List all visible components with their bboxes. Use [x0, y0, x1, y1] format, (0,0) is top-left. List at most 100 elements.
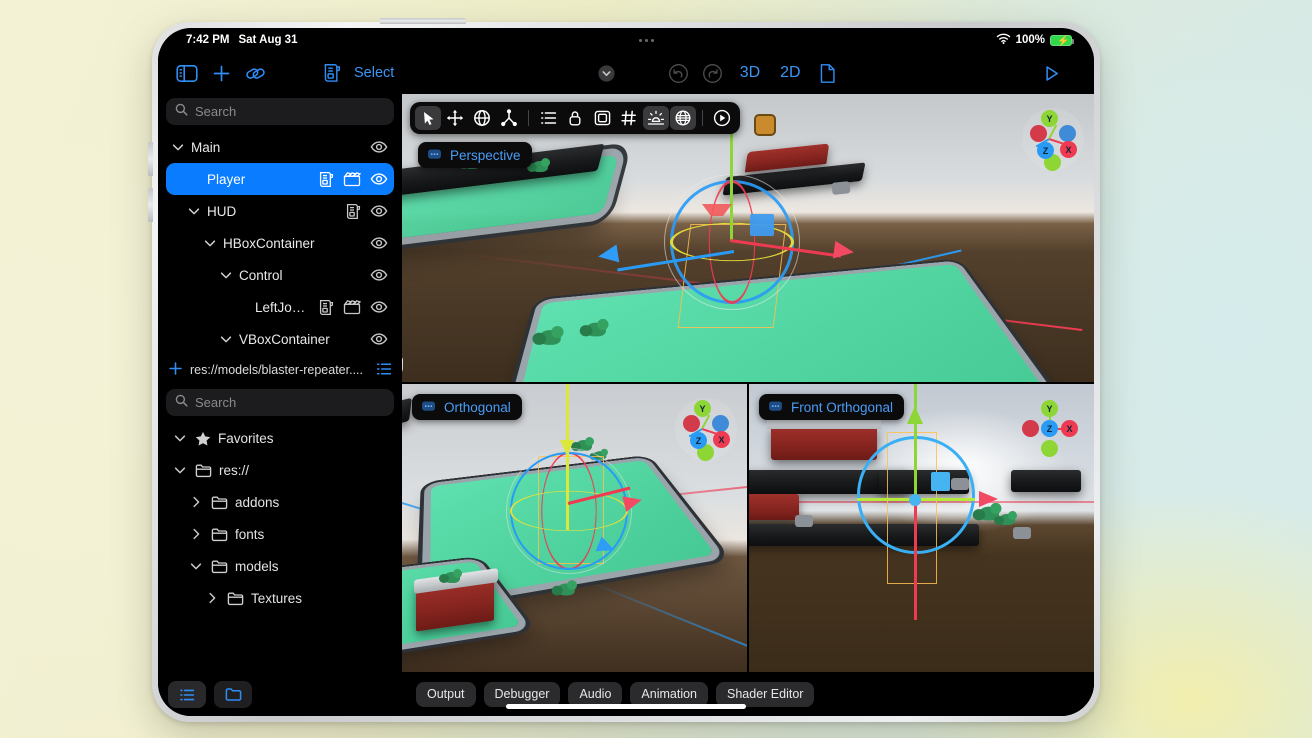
lighting-icon[interactable] [643, 106, 669, 130]
dock-tab-debugger[interactable]: Debugger [483, 681, 561, 707]
chevron-down-icon[interactable] [172, 466, 188, 475]
gizmo-arrow-y[interactable] [560, 440, 574, 456]
dock-tab-shader-editor[interactable]: Shader Editor [716, 681, 815, 707]
nav-gizmo-handle-y[interactable]: Y [1041, 400, 1058, 417]
nav-gizmo-handle-x[interactable]: X [713, 431, 730, 448]
preview-play-icon[interactable] [709, 106, 735, 130]
nav-gizmo-handle[interactable] [1041, 440, 1058, 457]
eye-icon[interactable] [370, 268, 388, 282]
globe-world-icon[interactable] [670, 106, 696, 130]
rotate-icon[interactable] [469, 106, 495, 130]
file-search-field[interactable]: Search [166, 389, 394, 416]
chevron-right-icon[interactable] [188, 496, 204, 508]
multitasking-dots-icon[interactable] [639, 38, 655, 42]
chevron-down-icon[interactable] [188, 562, 204, 571]
scene-tree-item-vboxcontainer[interactable]: VBoxContainer [166, 323, 394, 355]
dock-tab-animation[interactable]: Animation [630, 681, 709, 707]
eye-icon[interactable] [370, 204, 388, 218]
dock-tab-output[interactable]: Output [416, 681, 476, 707]
grid-snap-icon[interactable] [616, 106, 642, 130]
scene-search-field[interactable]: Search [166, 98, 394, 125]
plus-icon[interactable] [204, 57, 238, 89]
undo-icon[interactable] [662, 57, 696, 89]
script-icon[interactable] [345, 203, 361, 220]
nav-gizmo-handle[interactable] [1059, 125, 1076, 142]
scene-tree-item-hboxcontainer[interactable]: HBoxContainer [166, 227, 394, 259]
volume-up-button[interactable] [148, 142, 153, 176]
scene-path-bar[interactable]: res://models/blaster-repeater.... [166, 355, 394, 385]
chevron-right-icon[interactable] [188, 528, 204, 540]
file-item-res[interactable]: res:// [166, 454, 394, 486]
nav-gizmo-handle[interactable] [1030, 125, 1047, 142]
eye-icon[interactable] [370, 300, 388, 314]
nav-gizmo-handle-z[interactable]: Z [690, 432, 707, 449]
scene-tree-item-leftjoypad[interactable]: LeftJoypad [166, 291, 394, 323]
gizmo-arrow-x[interactable] [979, 491, 998, 507]
chevron-down-icon[interactable] [202, 239, 218, 248]
select-arrow-icon[interactable] [415, 106, 441, 130]
gizmo-arrow-z[interactable] [596, 244, 620, 266]
gizmo-axis-y[interactable] [566, 384, 569, 530]
power-button[interactable] [380, 18, 466, 24]
plus-icon[interactable] [168, 361, 183, 379]
script-icon[interactable] [314, 57, 348, 89]
view-2d-button[interactable]: 2D [770, 64, 810, 82]
viewport-label-perspective[interactable]: Perspective [418, 142, 532, 168]
gizmo-axis-y[interactable] [914, 384, 917, 500]
file-item-models[interactable]: models [166, 550, 394, 582]
nav-gizmo-orthogonal[interactable]: YXZ [675, 398, 737, 461]
file-item-addons[interactable]: addons [166, 486, 394, 518]
home-indicator[interactable] [506, 704, 746, 709]
file-item-favorites[interactable]: Favorites [166, 422, 394, 454]
snap-object-icon[interactable] [589, 106, 615, 130]
redo-icon[interactable] [696, 57, 730, 89]
eye-icon[interactable] [370, 172, 388, 186]
viewport-front-orthogonal[interactable]: Front Orthogonal YZX [749, 384, 1094, 672]
gizmo-arrow-y[interactable] [907, 406, 923, 424]
script-icon[interactable] [318, 171, 334, 188]
animation-icon[interactable] [343, 299, 361, 315]
file-item-fonts[interactable]: fonts [166, 518, 394, 550]
scene-tree-item-hud[interactable]: HUD [166, 195, 394, 227]
eye-icon[interactable] [370, 332, 388, 346]
scene-tree-item-control[interactable]: Control [166, 259, 394, 291]
eye-icon[interactable] [370, 236, 388, 250]
lock-icon[interactable] [562, 106, 588, 130]
link-icon[interactable] [238, 57, 272, 89]
chevron-down-circle-icon[interactable] [590, 57, 624, 89]
chevron-down-icon[interactable] [218, 271, 234, 280]
script-icon[interactable] [318, 299, 334, 316]
gizmo-arrow-x[interactable] [832, 240, 856, 262]
chevron-down-icon[interactable] [170, 143, 186, 152]
list-icon[interactable] [535, 106, 561, 130]
nav-gizmo-handle-y[interactable]: Y [1041, 110, 1058, 127]
document-icon[interactable] [811, 57, 845, 89]
scene-tree-item-player[interactable]: Player [166, 163, 394, 195]
chevron-down-icon[interactable] [186, 207, 202, 216]
move-icon[interactable] [442, 106, 468, 130]
nav-gizmo-handle[interactable] [712, 415, 729, 432]
volume-down-button[interactable] [148, 188, 153, 222]
viewport-perspective[interactable]: Perspective YXZ [402, 94, 1094, 382]
nav-gizmo-handle-x[interactable]: X [1061, 420, 1078, 437]
chevron-down-icon[interactable] [218, 335, 234, 344]
nav-gizmo-perspective[interactable]: YXZ [1022, 108, 1084, 171]
list-view-icon[interactable] [168, 681, 206, 708]
play-icon[interactable] [1034, 57, 1068, 89]
viewport-orthogonal[interactable]: Orthogonal YXZ [402, 384, 747, 672]
viewport-label-front-orthogonal[interactable]: Front Orthogonal [759, 394, 905, 420]
scale-icon[interactable] [496, 106, 522, 130]
animation-icon[interactable] [343, 171, 361, 187]
view-3d-button[interactable]: 3D [730, 64, 770, 82]
folder-view-icon[interactable] [214, 681, 252, 708]
gizmo-plane-handle[interactable] [931, 472, 950, 491]
nav-gizmo-handle[interactable] [1022, 420, 1039, 437]
select-button[interactable]: Select [348, 65, 400, 81]
file-system-tree[interactable]: Favorites res:// addons fonts models Textures [166, 422, 394, 675]
nav-gizmo-front[interactable]: YZX [1022, 398, 1084, 460]
file-item-textures[interactable]: Textures [166, 582, 394, 614]
viewport-toolbar[interactable] [410, 102, 740, 134]
viewport-label-orthogonal[interactable]: Orthogonal [412, 394, 522, 420]
nav-gizmo-handle[interactable] [683, 415, 700, 432]
chevron-right-icon[interactable] [204, 592, 220, 604]
